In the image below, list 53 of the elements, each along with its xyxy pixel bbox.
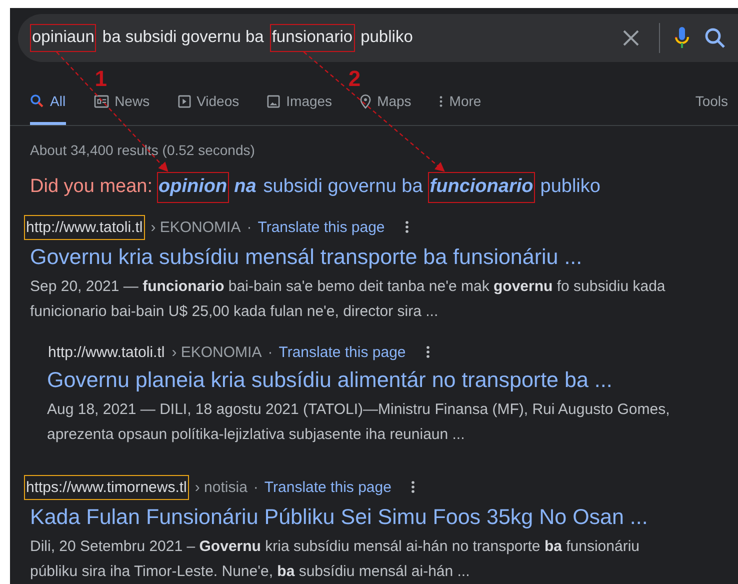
play-icon <box>178 94 191 108</box>
snippet-line: Dili, 20 Setembru 2021 – Governu kria subsídiu mensál ai-hán no transporte ba funsionáriu <box>30 536 641 557</box>
microphone-icon[interactable] <box>674 26 690 50</box>
snippet-line: Aug 18, 2021 — DILI, 18 agostu 2021 (TATOLI)—Ministru Finansa (MF), Rui Augusto Gomes, <box>47 400 671 420</box>
tab[interactable]: Maps <box>360 93 412 125</box>
close-icon[interactable] <box>621 28 641 48</box>
snippet-line: públiku sira iha Timor-Leste. Nune'e, ba subsídiu mensál ai-hán ... <box>30 562 471 582</box>
snippet-line: Sep 20, 2021 — funcionario bai-bain sa'e bemo deit tanba ne'e mak governu fo subsidiu kada <box>30 276 666 297</box>
tools-button[interactable]: Tools <box>695 93 728 125</box>
snippet-line: aprezenta opsaun polítika-lejizlativa subjasente iha reuniaun ... <box>47 424 466 445</box>
snippet-line: funicionario bai-bain U$ 25,00 kada fulan ne'e, director sira ... <box>30 302 440 322</box>
result-stats: About 34,400 results (0.52 seconds) <box>29 141 256 158</box>
query-text: publiko <box>360 27 414 48</box>
search-icon[interactable] <box>704 27 726 49</box>
breadcrumb: › EKONOMIA <box>172 344 262 361</box>
translate-link[interactable]: Translate this page <box>278 344 406 361</box>
result-title-link[interactable]: Governu kria subsídiu mensál transporte ba funsionáriu ... <box>30 244 738 270</box>
tab[interactable]: Images <box>267 93 332 125</box>
result-url[interactable]: http://www.tatoli.tl <box>47 342 166 363</box>
suggestion-link[interactable]: publiko <box>538 172 602 203</box>
translate-link[interactable]: Translate this page <box>258 218 385 236</box>
more-icon[interactable] <box>426 345 430 360</box>
suggestion-link[interactable]: subsidi governu ba <box>261 172 425 203</box>
result-title-link[interactable]: Governu planeia kria subsídiu alimentár no transporte ba ... <box>47 368 738 393</box>
separator-dot: · <box>253 478 258 496</box>
more-icon[interactable] <box>404 220 409 234</box>
translate-link[interactable]: Translate this page <box>264 478 392 496</box>
breadcrumb: › notisia <box>194 478 248 496</box>
search-icon <box>30 94 44 108</box>
result-url[interactable]: https://www.timornews.tl <box>24 474 189 500</box>
query-text: funsionario <box>270 24 355 52</box>
map-pin-icon <box>360 94 372 108</box>
annotation-number: 1 <box>94 66 107 91</box>
breadcrumb: › EKONOMIA <box>150 218 241 236</box>
more-icon[interactable] <box>411 480 416 494</box>
did-you-mean-label: Did you mean: <box>30 176 153 198</box>
separator-dot: · <box>268 344 273 361</box>
suggestion-link[interactable]: na <box>232 172 258 203</box>
annotation-number: 2 <box>348 66 361 91</box>
query-text: ba subsidi governu ba <box>101 27 265 48</box>
result-title-link[interactable]: Kada Fulan Funsionáriu Públiku Sei Simu Foos 35kg No Osan ... <box>30 504 738 530</box>
newspaper-icon <box>94 94 109 108</box>
query-text: opiniaun <box>30 24 96 52</box>
suggestion-link[interactable]: opinion <box>156 172 230 203</box>
suggestion-link[interactable]: funcionario <box>428 172 536 203</box>
tab[interactable]: More <box>439 93 482 125</box>
result-url[interactable]: http://www.tatoli.tl <box>24 214 145 240</box>
search-field[interactable]: opiniaun ba subsidi governu ba funsionario publiko <box>18 14 738 62</box>
tab[interactable]: News <box>94 93 150 125</box>
more-icon <box>439 94 444 108</box>
separator-dot: · <box>246 218 252 236</box>
image-icon <box>267 94 280 108</box>
tab[interactable]: Videos <box>178 93 240 125</box>
